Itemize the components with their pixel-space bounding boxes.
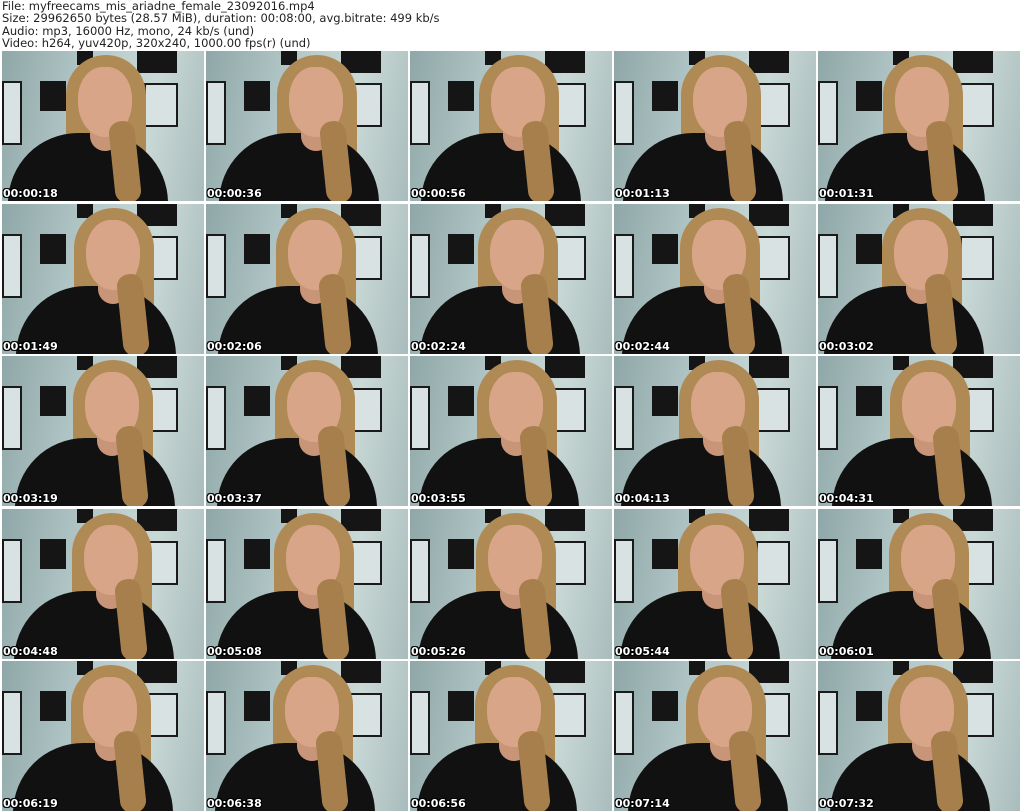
- timestamp: 00:03:19: [3, 492, 58, 505]
- video-thumbnail: 00:04:31: [818, 356, 1020, 506]
- person: [820, 661, 1020, 811]
- video-thumbnail: 00:05:44: [614, 508, 816, 659]
- thumbnail-grid: 00:00:18 00:00:36 00:00:56 00:01:13 00:01:31…: [2, 51, 1024, 811]
- timestamp: 00:05:26: [411, 644, 466, 658]
- video-thumbnail: 00:03:37: [206, 356, 408, 506]
- timestamp: 00:01:13: [615, 187, 670, 200]
- timestamp: 00:00:56: [411, 187, 466, 200]
- video-thumbnail: 00:00:18: [2, 51, 204, 201]
- video-thumbnail: 00:06:38: [206, 661, 408, 811]
- timestamp: 00:06:01: [819, 644, 874, 658]
- person: [5, 356, 204, 506]
- person: [614, 204, 814, 354]
- video-thumbnail: 00:06:19: [2, 661, 204, 811]
- video-thumbnail: 00:03:55: [410, 356, 612, 506]
- video-thumbnail: 00:00:36: [206, 51, 408, 201]
- timestamp: 00:07:32: [819, 797, 874, 810]
- person: [614, 356, 813, 506]
- timestamp: 00:06:38: [207, 797, 262, 810]
- timestamp: 00:07:14: [615, 797, 670, 810]
- timestamp: 00:00:36: [207, 187, 262, 200]
- person: [618, 661, 816, 811]
- person: [410, 509, 610, 659]
- person: [818, 204, 1016, 354]
- timestamp: 00:02:44: [615, 339, 670, 353]
- video-thumbnail: 00:01:31: [818, 51, 1020, 201]
- timestamp: 00:04:48: [3, 644, 58, 658]
- person: [207, 356, 408, 506]
- video-thumbnail: 00:03:19: [2, 356, 204, 506]
- video-thumbnail: 00:05:26: [410, 508, 612, 659]
- person: [822, 356, 1020, 506]
- timestamp: 00:06:19: [3, 797, 58, 810]
- video-thumbnail: 00:04:13: [614, 356, 816, 506]
- person: [821, 509, 1020, 659]
- person: [2, 51, 200, 201]
- person: [4, 509, 204, 659]
- person: [410, 356, 611, 506]
- person: [614, 51, 815, 201]
- video-thumbnail: 00:05:08: [206, 508, 408, 659]
- timestamp: 00:03:37: [207, 492, 262, 505]
- video-thumbnail: 00:06:56: [410, 661, 612, 811]
- timestamp: 00:05:44: [615, 644, 670, 658]
- timestamp: 00:01:31: [819, 187, 874, 200]
- timestamp: 00:01:49: [3, 339, 58, 353]
- person: [3, 661, 204, 811]
- person: [614, 509, 812, 659]
- video-thumbnail: 00:03:02: [818, 203, 1020, 354]
- person: [410, 661, 609, 811]
- video-thumbnail: 00:00:56: [410, 51, 612, 201]
- timestamp: 00:03:55: [411, 492, 466, 505]
- timestamp: 00:02:06: [207, 339, 262, 353]
- video-thumbnail: 00:07:32: [818, 661, 1020, 811]
- video-thumbnail: 00:02:24: [410, 203, 612, 354]
- person: [208, 204, 408, 354]
- file-size: Size: 29962650 bytes (28.57 MiB), durati…: [2, 11, 440, 26]
- person: [411, 51, 612, 201]
- timestamp: 00:04:13: [615, 492, 670, 505]
- video-thumbnail: 00:07:14: [614, 661, 816, 811]
- timestamp: 00:00:18: [3, 187, 58, 200]
- video-thumbnail: 00:01:13: [614, 51, 816, 201]
- video-thumbnail: 00:04:48: [2, 508, 204, 659]
- file-info-header: File: myfreecams_mis_ariadne_female_2309…: [2, 0, 440, 49]
- video-thumbnail: 00:06:01: [818, 508, 1020, 659]
- person: [206, 509, 408, 659]
- timestamp: 00:05:08: [207, 644, 262, 658]
- video-thumbnail: 00:02:44: [614, 203, 816, 354]
- timestamp: 00:06:56: [411, 797, 466, 810]
- person: [209, 51, 408, 201]
- person: [206, 661, 407, 811]
- video-thumbnail: 00:01:49: [2, 203, 204, 354]
- person: [410, 204, 612, 354]
- timestamp: 00:02:24: [411, 339, 466, 353]
- video-info: Video: h264, yuv420p, 320x240, 1000.00 f…: [2, 35, 311, 50]
- person: [818, 51, 1017, 201]
- video-thumbnail: 00:02:06: [206, 203, 408, 354]
- timestamp: 00:03:02: [819, 339, 874, 353]
- timestamp: 00:04:31: [819, 492, 874, 505]
- person: [6, 204, 204, 354]
